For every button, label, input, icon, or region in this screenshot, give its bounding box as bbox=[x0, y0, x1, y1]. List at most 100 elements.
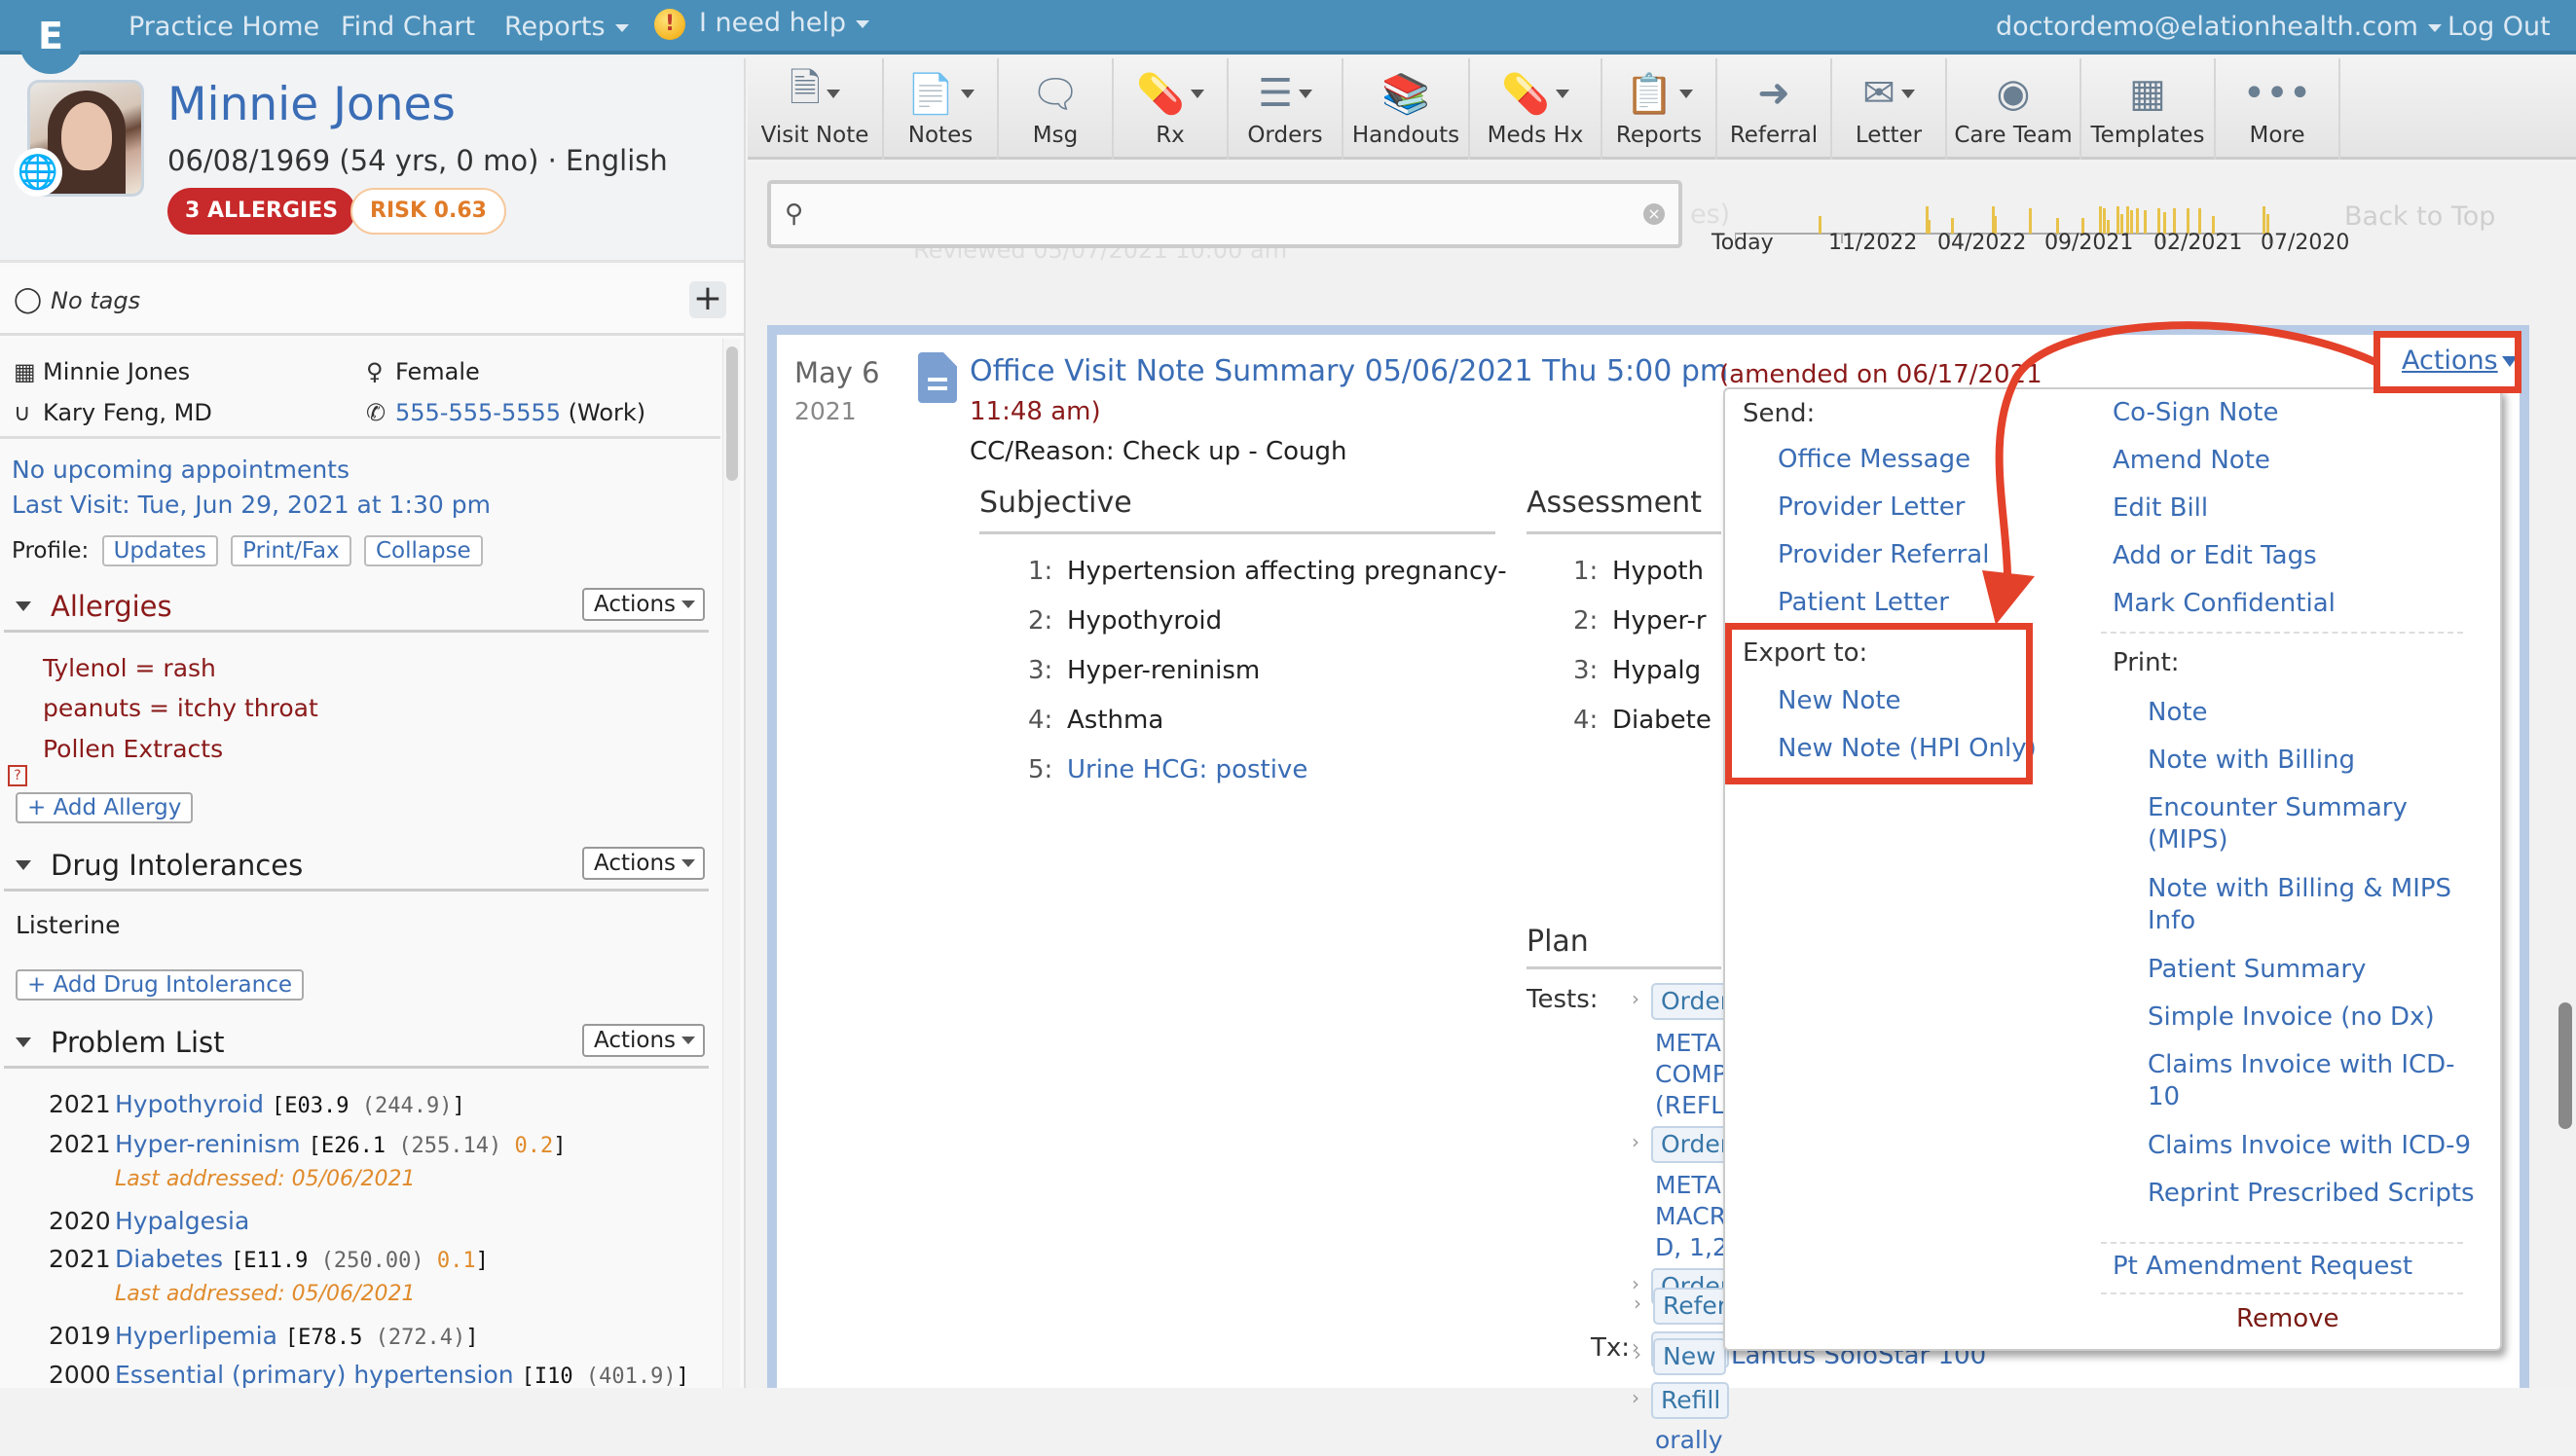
toolbar-reports-button[interactable]: 📋 Reports bbox=[1602, 58, 1717, 160]
toolbar-meds-hx-button[interactable]: 💊 Meds Hx bbox=[1470, 58, 1602, 160]
menu-print-item[interactable]: Claims Invoice with ICD-10 bbox=[2148, 1049, 2479, 1113]
patient-name[interactable]: Minnie Jones bbox=[167, 78, 456, 131]
clear-search-icon[interactable]: × bbox=[1643, 203, 1665, 225]
test-link[interactable]: META COMP (REFL) bbox=[1655, 1028, 1734, 1121]
menu-export-item[interactable]: New Note bbox=[1778, 685, 1901, 717]
problem-link[interactable]: Essential (primary) hypertension bbox=[115, 1361, 514, 1388]
note-title-link[interactable]: Office Visit Note Summary 05/06/2021 Thu… bbox=[970, 354, 1728, 388]
refer-button[interactable]: Refer bbox=[1653, 1288, 1731, 1325]
menu-print-item[interactable]: Note with Billing & MIPS Info bbox=[2148, 873, 2479, 937]
menu-print-item[interactable]: Encounter Summary (MIPS) bbox=[2148, 792, 2479, 856]
menu-action-item[interactable]: Amend Note bbox=[2113, 445, 2270, 477]
nav-find-chart[interactable]: Find Chart bbox=[341, 12, 475, 42]
profile-printfax-button[interactable]: Print/Fax bbox=[231, 535, 351, 566]
toolbar-templates-button[interactable]: ▦ Templates bbox=[2081, 58, 2216, 160]
allergies-actions-button[interactable]: Actions bbox=[581, 588, 705, 621]
upcoming-appointments-link[interactable]: No upcoming appointments bbox=[12, 455, 350, 484]
problem-link[interactable]: Hyper-reninism bbox=[115, 1130, 301, 1158]
menu-send-item[interactable]: Office Message bbox=[1778, 444, 1970, 476]
chevron-right-icon[interactable]: › bbox=[1634, 1292, 1641, 1315]
sidebar-scrollbar[interactable] bbox=[722, 339, 740, 1388]
nav-practice-home[interactable]: Practice Home bbox=[129, 12, 319, 42]
new-rx-button[interactable]: New bbox=[1653, 1338, 1726, 1375]
sidebar-scroll-thumb[interactable] bbox=[726, 346, 738, 481]
toolbar-more-button[interactable]: ••• More bbox=[2216, 58, 2340, 160]
nav-help[interactable]: ! I need help bbox=[654, 8, 869, 40]
problems-title: Problem List bbox=[51, 1026, 225, 1059]
menu-send-item[interactable]: Patient Letter bbox=[1778, 587, 1949, 619]
problem-item: 2000 Essential (primary) hypertension [I1… bbox=[49, 1361, 689, 1388]
order-button[interactable]: Order bbox=[1651, 1126, 1729, 1163]
toolbar-referral-button[interactable]: ➜ Referral bbox=[1717, 58, 1832, 160]
menu-print-item[interactable]: Note with Billing bbox=[2148, 745, 2479, 777]
collapse-triangle-icon[interactable] bbox=[16, 601, 31, 611]
chevron-right-icon[interactable]: › bbox=[1634, 1342, 1641, 1365]
profile-collapse-button[interactable]: Collapse bbox=[363, 535, 483, 566]
user-menu[interactable]: doctordemo@elationhealth.com bbox=[1996, 12, 2442, 42]
risk-badge[interactable]: RISK 0.63 bbox=[350, 188, 506, 235]
allergy-item[interactable]: Tylenol = rash bbox=[43, 654, 216, 682]
problem-link[interactable]: Hyperlipemia bbox=[115, 1322, 277, 1350]
problems-actions-button[interactable]: Actions bbox=[581, 1024, 705, 1057]
menu-send-item[interactable]: Provider Letter bbox=[1778, 491, 1965, 524]
chevron-right-icon[interactable]: › bbox=[1632, 1386, 1639, 1409]
logout-link[interactable]: Log Out bbox=[2447, 12, 2551, 42]
order-button[interactable]: Order bbox=[1651, 983, 1729, 1020]
note-actions-dropdown[interactable]: Actions bbox=[2402, 346, 2518, 376]
menu-remove[interactable]: Remove bbox=[2236, 1304, 2339, 1333]
allergy-item[interactable]: Pollen Extracts bbox=[43, 735, 223, 763]
toolbar-msg-button[interactable]: 🗨 Msg bbox=[999, 58, 1114, 160]
menu-print-item[interactable]: Claims Invoice with ICD-9 bbox=[2148, 1130, 2479, 1162]
chevron-right-icon[interactable]: › bbox=[1632, 987, 1639, 1010]
toolbar-letter-button[interactable]: ✉ Letter bbox=[1832, 58, 1947, 160]
allergy-item[interactable]: peanuts = itchy throat bbox=[43, 694, 318, 722]
collapse-triangle-icon[interactable] bbox=[16, 860, 31, 870]
nav-reports[interactable]: Reports bbox=[504, 12, 629, 42]
toolbar-handouts-button[interactable]: 📚 Handouts bbox=[1343, 58, 1470, 160]
menu-print-item[interactable]: Reprint Prescribed Scripts bbox=[2148, 1178, 2479, 1210]
menu-action-item[interactable]: Edit Bill bbox=[2113, 492, 2208, 525]
add-tag-button[interactable]: + bbox=[689, 281, 726, 318]
letter-icon: ✉ bbox=[1832, 66, 1945, 121]
chevron-right-icon[interactable]: › bbox=[1632, 1130, 1639, 1153]
menu-action-item[interactable]: Mark Confidential bbox=[2113, 588, 2336, 620]
menu-action-item[interactable]: Add or Edit Tags bbox=[2113, 540, 2317, 572]
menu-print-item[interactable]: Note bbox=[2148, 697, 2479, 729]
last-visit-link[interactable]: Last Visit: Tue, Jun 29, 2021 at 1:30 pm bbox=[12, 491, 491, 519]
menu-print-item[interactable]: Patient Summary bbox=[2148, 954, 2479, 986]
back-to-top-link[interactable]: Back to Top bbox=[2344, 201, 2495, 232]
add-allergy-button[interactable]: + Add Allergy bbox=[16, 792, 194, 823]
problem-link[interactable]: Hypothyroid bbox=[115, 1090, 264, 1118]
problem-link[interactable]: Diabetes bbox=[115, 1245, 223, 1273]
chart-search[interactable]: ⚲ × bbox=[767, 180, 1682, 248]
elation-logo[interactable]: E bbox=[19, 0, 82, 74]
profile-label: Profile: bbox=[12, 538, 90, 564]
add-intolerance-button[interactable]: + Add Drug Intolerance bbox=[16, 969, 304, 1001]
menu-pt-amendment[interactable]: Pt Amendment Request bbox=[2113, 1251, 2412, 1283]
test-link[interactable]: META MACR D, 1,2 bbox=[1655, 1170, 1728, 1263]
subjective-item: 1: Hypertension affecting pregnancy- bbox=[1028, 557, 1507, 586]
menu-export-item[interactable]: New Note (HPI Only) bbox=[1778, 733, 2037, 765]
toolbar-care-team-button[interactable]: ◉ Care Team bbox=[1947, 58, 2081, 160]
toolbar-notes-button[interactable]: 📄 Notes bbox=[884, 58, 999, 160]
menu-action-item[interactable]: Co-Sign Note bbox=[2113, 397, 2278, 429]
toolbar-orders-button[interactable]: ☰ Orders bbox=[1229, 58, 1343, 160]
allergies-section-header: Allergies Actions bbox=[4, 582, 709, 633]
orally-text[interactable]: orally bbox=[1655, 1425, 1723, 1456]
alert-icon: ! bbox=[654, 8, 685, 40]
subjective-item[interactable]: 5: Urine HCG: postive bbox=[1028, 755, 1307, 784]
timeline-event-bar bbox=[1819, 216, 1822, 234]
menu-send-item[interactable]: Provider Referral bbox=[1778, 539, 1989, 571]
assessment-item: 2: Hyper-r bbox=[1573, 606, 1707, 636]
allergies-badge[interactable]: 3 ALLERGIES bbox=[167, 188, 356, 235]
problem-link[interactable]: Hypalgesia bbox=[115, 1207, 249, 1235]
intolerance-item[interactable]: Listerine bbox=[16, 911, 121, 939]
menu-print-item[interactable]: Simple Invoice (no Dx) bbox=[2148, 1001, 2479, 1034]
toolbar-rx-button[interactable]: 💊 Rx bbox=[1114, 58, 1229, 160]
intolerances-actions-button[interactable]: Actions bbox=[581, 847, 705, 880]
profile-updates-button[interactable]: Updates bbox=[101, 535, 218, 566]
info-phone[interactable]: 555-555-5555 bbox=[395, 399, 561, 426]
content-scroll-thumb[interactable] bbox=[2558, 1002, 2572, 1129]
collapse-triangle-icon[interactable] bbox=[16, 1037, 31, 1047]
toolbar-visit-note-button[interactable]: 🗎 Visit Note bbox=[748, 58, 884, 160]
